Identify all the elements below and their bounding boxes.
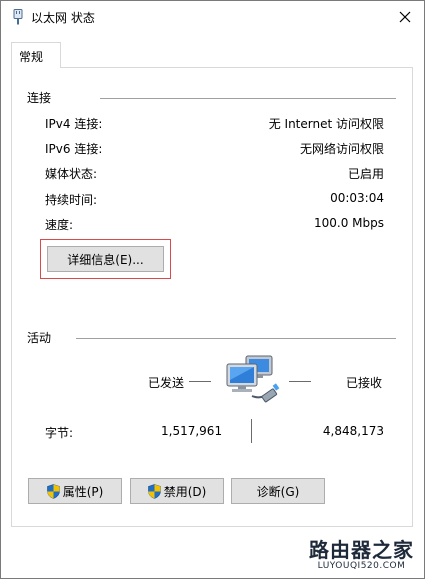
diagnose-button-label: 诊断(G) <box>256 484 300 499</box>
media-state-label: 媒体状态: <box>45 167 98 181</box>
activity-group-label: 活动 <box>27 331 52 345</box>
disable-button-label: 禁用(D) <box>163 484 207 499</box>
dialog-footer: 路由器之家 LUYOUQI520.COM <box>1 528 424 578</box>
tab-general-label: 常规 <box>19 50 44 64</box>
details-button-label: 详细信息(E)... <box>67 252 144 267</box>
watermark: 路由器之家 LUYOUQI520.COM <box>309 539 414 572</box>
media-state-value: 已启用 <box>347 167 384 181</box>
received-label: 已接收 <box>346 376 383 390</box>
close-button[interactable] <box>392 5 418 29</box>
duration-value: 00:03:04 <box>330 191 384 205</box>
watermark-en: LUYOUQI520.COM <box>317 561 406 571</box>
connection-divider <box>100 98 396 99</box>
ipv6-value: 无网络访问权限 <box>299 142 384 156</box>
sent-dash <box>189 381 211 382</box>
tab-general[interactable]: 常规 <box>11 42 61 68</box>
shield-icon <box>46 483 60 499</box>
bytes-sent-value: 1,517,961 <box>161 424 223 438</box>
duration-label: 持续时间: <box>45 193 98 207</box>
speed-value: 100.0 Mbps <box>313 216 384 230</box>
close-icon <box>399 11 411 23</box>
bytes-label: 字节: <box>45 426 74 440</box>
bytes-received-value: 4,848,173 <box>322 424 384 438</box>
status-dialog: 以太网 状态 常规 连接 IPv4 连接: 无 Internet 访问权限 IP… <box>0 0 425 579</box>
ethernet-adapter-icon <box>13 9 23 25</box>
ipv4-value: 无 Internet 访问权限 <box>268 117 384 131</box>
speed-label: 速度: <box>45 218 74 232</box>
bytes-divider <box>251 419 252 443</box>
window-title: 以太网 状态 <box>31 11 95 25</box>
properties-button[interactable]: 属性(P) <box>28 478 122 504</box>
title-bar: 以太网 状态 <box>1 1 424 33</box>
properties-button-label: 属性(P) <box>62 484 104 499</box>
ipv6-label: IPv6 连接: <box>45 142 103 156</box>
sent-label: 已发送 <box>148 376 185 390</box>
tab-panel-general: 连接 IPv4 连接: 无 Internet 访问权限 IPv6 连接: 无网络… <box>11 67 413 527</box>
ipv4-label: IPv4 连接: <box>45 117 103 131</box>
activity-divider <box>76 338 396 339</box>
received-dash <box>289 381 311 382</box>
disable-button[interactable]: 禁用(D) <box>130 478 224 504</box>
watermark-cn: 路由器之家 <box>309 538 414 562</box>
shield-icon <box>147 483 161 499</box>
details-button[interactable]: 详细信息(E)... <box>47 246 164 272</box>
network-computers-icon <box>226 355 280 403</box>
connection-group-label: 连接 <box>27 91 52 105</box>
diagnose-button[interactable]: 诊断(G) <box>231 478 325 504</box>
